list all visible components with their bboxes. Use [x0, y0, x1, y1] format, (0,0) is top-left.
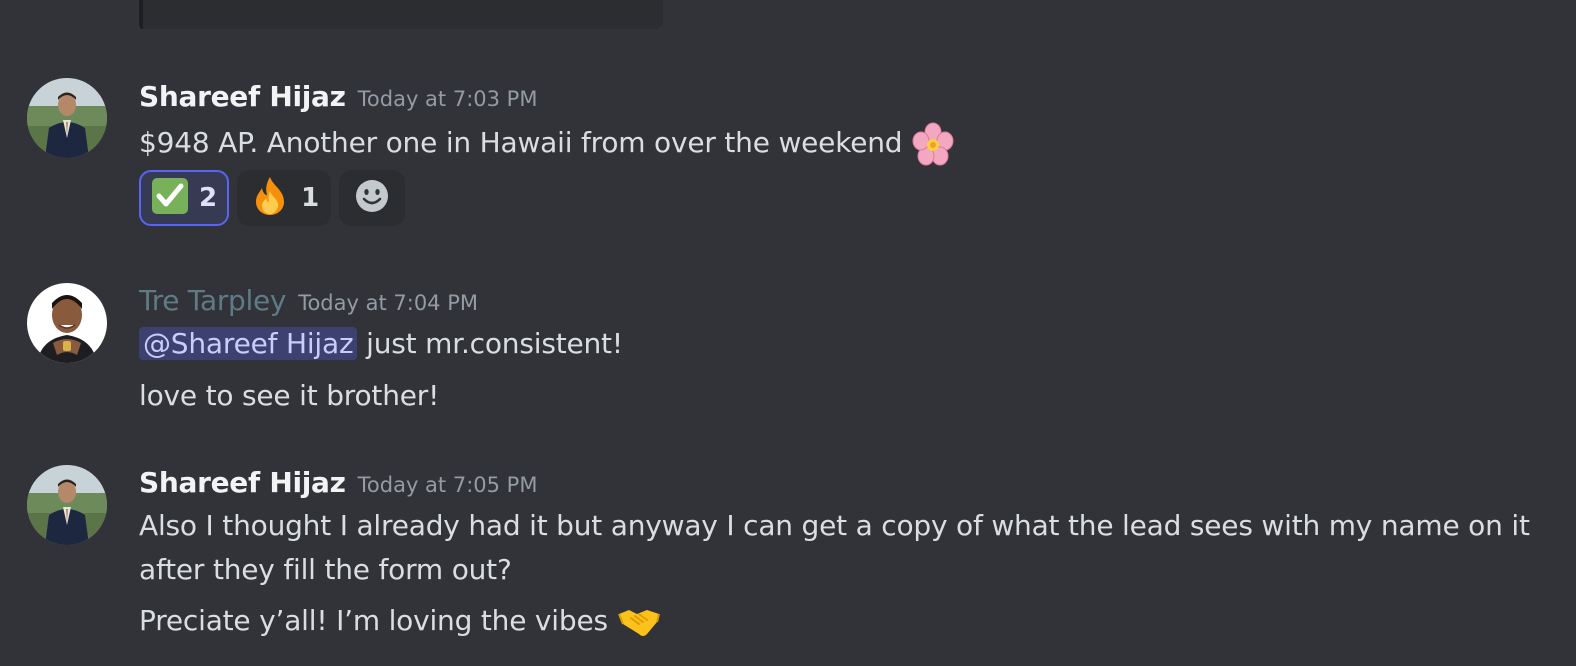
white-check-mark-icon [151, 177, 189, 219]
timestamp[interactable]: Today at 7:04 PM [298, 291, 478, 315]
message-header: Tre Tarpley Today at 7:04 PM [139, 284, 478, 317]
author-name[interactable]: Tre Tarpley [139, 284, 287, 317]
message-text: @Shareef Hijaz just mr.consistent! [139, 327, 623, 360]
chat-messages-view: Shareef Hijaz Today at 7:03 PM $948 AP. A… [0, 0, 1576, 666]
message-header: Shareef Hijaz Today at 7:03 PM [139, 80, 537, 113]
timestamp[interactable]: Today at 7:05 PM [358, 473, 538, 497]
message-text: love to see it brother! [139, 379, 439, 412]
reaction-fire[interactable]: 1 [237, 170, 332, 226]
reaction-count: 1 [301, 183, 320, 213]
avatar[interactable] [27, 465, 107, 545]
message-text: after they fill the form out? [139, 553, 512, 586]
message-content: love to see it brother! [139, 379, 440, 412]
message-content: just mr.consistent! [357, 327, 623, 360]
cherry-blossom-icon [911, 122, 955, 166]
message-header: Shareef Hijaz Today at 7:05 PM [139, 466, 537, 499]
smiley-icon [354, 178, 390, 218]
add-reaction-button[interactable] [339, 170, 406, 226]
avatar[interactable] [27, 283, 107, 363]
previous-embed [139, 0, 663, 29]
user-mention[interactable]: @Shareef Hijaz [139, 327, 358, 360]
handshake-icon [617, 604, 661, 640]
message-text: Also I thought I already had it but anyw… [139, 509, 1530, 542]
message-text: $948 AP. Another one in Hawaii from over… [139, 122, 955, 166]
message-text: Preciate y’all! I’m loving the vibes [139, 604, 661, 640]
message-content: Preciate y’all! I’m loving the vibes [139, 604, 608, 637]
fire-icon [249, 175, 291, 221]
avatar[interactable] [27, 78, 107, 158]
message-content: after they fill the form out? [139, 553, 512, 586]
reaction-check[interactable]: 2 [139, 170, 230, 226]
message-content: $948 AP. Another one in Hawaii from over… [139, 126, 903, 159]
message-content: Also I thought I already had it but anyw… [139, 509, 1530, 542]
reactions-bar: 2 1 [139, 170, 406, 226]
author-name[interactable]: Shareef Hijaz [139, 466, 346, 499]
author-name[interactable]: Shareef Hijaz [139, 80, 346, 113]
reaction-count: 2 [199, 183, 218, 213]
timestamp[interactable]: Today at 7:03 PM [358, 87, 538, 111]
